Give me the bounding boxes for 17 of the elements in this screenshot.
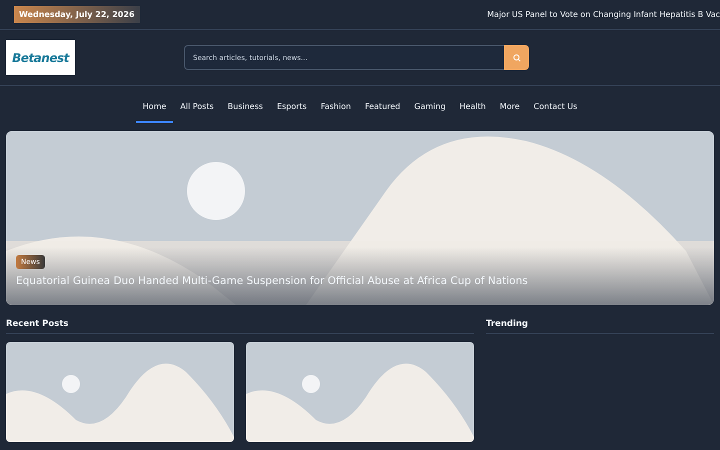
section-heading: Trending — [486, 319, 714, 334]
nav-link[interactable]: Home — [136, 92, 174, 122]
nav-link[interactable]: Esports — [270, 92, 314, 122]
nav-link[interactable]: More — [492, 92, 527, 122]
date-badge: Wednesday, July 22, 2026 — [14, 6, 140, 23]
nav-link[interactable]: Fashion — [314, 92, 358, 122]
search-icon — [512, 54, 520, 62]
nav-link[interactable]: Gaming — [407, 92, 453, 122]
logo[interactable]: Betanest — [6, 40, 75, 75]
nav-link[interactable]: Featured — [358, 92, 408, 122]
news-ticker[interactable]: Major US Panel to Vote on Changing Infant Hepatitis B Vac — [487, 10, 720, 19]
section-heading: Recent Posts — [6, 319, 474, 334]
search-button[interactable] — [504, 45, 529, 70]
nav-link[interactable]: All Posts — [173, 92, 221, 122]
nav-link[interactable]: Contact Us — [526, 92, 584, 122]
nav-link[interactable]: Business — [220, 92, 270, 122]
nav-link[interactable]: Health — [452, 92, 493, 122]
